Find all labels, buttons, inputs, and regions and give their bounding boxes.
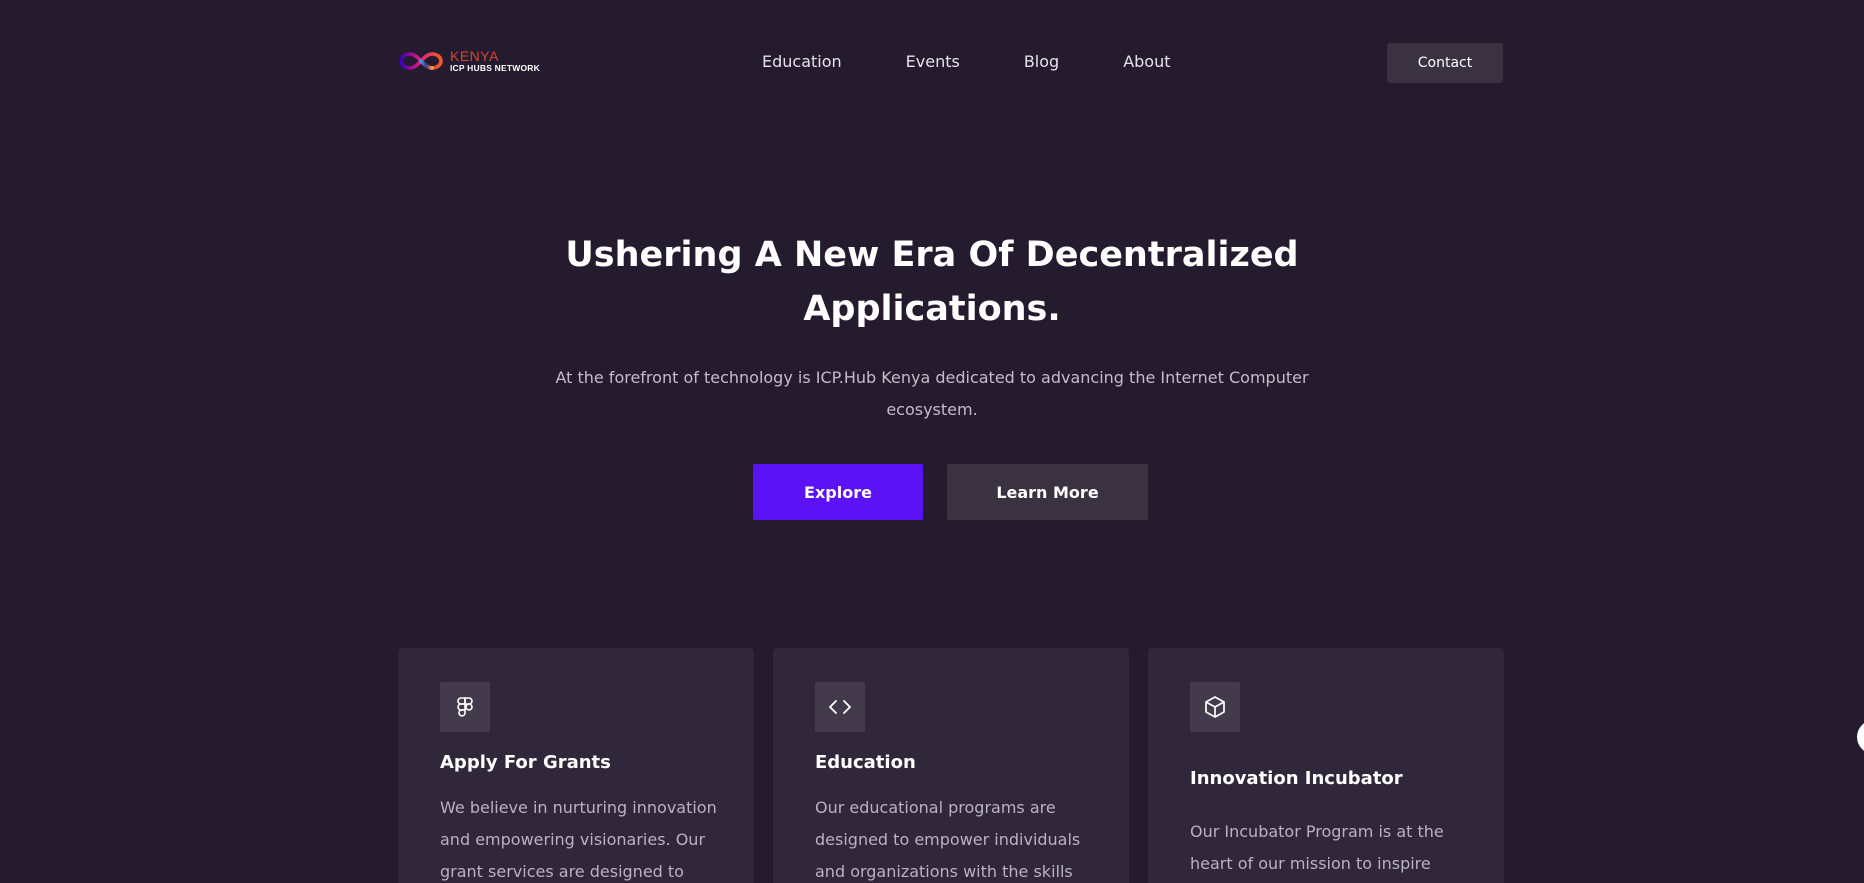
logo-subtitle: ICP HUBS NETWORK: [450, 63, 540, 74]
card-education: Education Our educational programs are d…: [773, 648, 1129, 883]
box-icon: [1205, 696, 1225, 718]
hero-title-line: Applications.: [803, 289, 1061, 329]
hero-subtitle-line: ecosystem.: [886, 400, 978, 419]
card-title: Innovation Incubator: [1190, 768, 1403, 789]
nav-education-link[interactable]: Education: [762, 52, 842, 71]
hero-subtitle: At the forefront of technology is ICP.Hu…: [0, 362, 1864, 426]
card-title: Education: [815, 752, 916, 773]
code-icon: [829, 700, 851, 714]
card-description: We believe in nurturing innovation and e…: [440, 798, 717, 881]
figma-icon: [457, 697, 473, 717]
card-innovation-incubator: Innovation Incubator Our Incubator Progr…: [1148, 648, 1504, 883]
nav-events-link[interactable]: Events: [906, 52, 960, 71]
hero-subtitle-line: At the forefront of technology is ICP.Hu…: [555, 368, 1309, 387]
card-icon-box: [440, 682, 490, 732]
nav-blog-link[interactable]: Blog: [1024, 52, 1059, 71]
hero-title-line: Ushering A New Era Of Decentralized: [565, 235, 1299, 275]
card-description: Our Incubator Program is at the heart of…: [1190, 822, 1444, 873]
card-description: Our educational programs are designed to…: [815, 798, 1081, 881]
card-apply-for-grants: Apply For Grants We believe in nurturing…: [398, 648, 754, 883]
card-icon-box: [815, 682, 865, 732]
main-nav: Education Events Blog About: [762, 52, 1171, 71]
card-title: Apply For Grants: [440, 752, 611, 773]
logo-title: KENYA: [450, 48, 499, 65]
floating-action-button[interactable]: [1857, 720, 1864, 754]
page: KENYA ICP HUBS NETWORK Education Events …: [0, 0, 1864, 883]
contact-button[interactable]: Contact: [1387, 43, 1503, 83]
card-icon-box: [1190, 682, 1240, 732]
learn-more-button[interactable]: Learn More: [947, 464, 1148, 520]
infinity-logo-icon: [399, 52, 443, 70]
hero-title: Ushering A New Era Of Decentralized Appl…: [0, 228, 1864, 336]
site-logo[interactable]: KENYA ICP HUBS NETWORK: [398, 49, 540, 73]
explore-button[interactable]: Explore: [753, 464, 923, 520]
nav-about-link[interactable]: About: [1123, 52, 1170, 71]
